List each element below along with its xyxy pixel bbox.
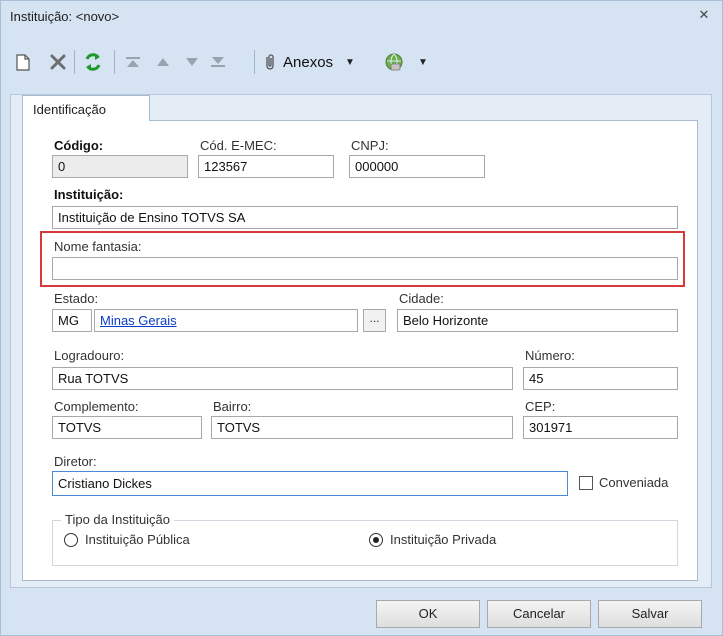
first-record-icon[interactable]: [122, 51, 144, 73]
last-record-icon[interactable]: [207, 51, 229, 73]
instituicao-label: Instituição:: [54, 187, 124, 202]
radio-privada[interactable]: [369, 533, 383, 547]
cnpj-label: CNPJ:: [351, 138, 389, 153]
window-title: Instituição: <novo>: [10, 9, 120, 24]
refresh-icon[interactable]: [81, 51, 105, 73]
delete-icon[interactable]: [46, 51, 70, 73]
numero-label: Número:: [525, 348, 575, 363]
bairro-label: Bairro:: [213, 399, 252, 414]
globe-icon: [385, 53, 403, 71]
ok-button[interactable]: OK: [376, 600, 480, 628]
save-button[interactable]: Salvar: [598, 600, 702, 628]
next-record-icon[interactable]: [181, 51, 203, 73]
toolbar-separator: [114, 50, 115, 74]
bairro-field[interactable]: TOTVS: [211, 416, 513, 439]
tab-identificacao[interactable]: Identificação: [22, 95, 150, 121]
previous-record-icon[interactable]: [152, 51, 174, 73]
cep-field[interactable]: 301971: [523, 416, 678, 439]
cod-emec-field[interactable]: 123567: [198, 155, 334, 178]
conveniada-label: Conveniada: [599, 475, 669, 490]
logradouro-label: Logradouro:: [54, 348, 125, 363]
estado-name-field: Minas Gerais: [94, 309, 358, 332]
toolbar: Anexos ▼ ▼: [1, 39, 722, 83]
dialog-window: Instituição: <novo> ✕ Anexos ▼ ▼ Identif…: [0, 0, 723, 636]
close-icon[interactable]: ✕: [696, 7, 712, 23]
estado-label: Estado:: [54, 291, 99, 306]
nome-fantasia-field[interactable]: [52, 257, 678, 280]
logradouro-field[interactable]: Rua TOTVS: [52, 367, 513, 390]
radio-publica[interactable]: [64, 533, 78, 547]
title-bar: Instituição: <novo> ✕: [1, 1, 722, 31]
toolbar-separator: [254, 50, 255, 74]
chevron-down-icon: ▼: [418, 56, 428, 68]
nome-fantasia-label: Nome fantasia:: [54, 239, 142, 254]
diretor-label: Diretor:: [54, 454, 97, 469]
cancel-button[interactable]: Cancelar: [487, 600, 591, 628]
conveniada-checkbox[interactable]: [579, 476, 593, 490]
codigo-label: Código:: [54, 138, 104, 153]
diretor-field[interactable]: Cristiano Dickes: [52, 471, 568, 496]
numero-field[interactable]: 45: [523, 367, 678, 390]
globe-menu-button[interactable]: ▼: [384, 51, 436, 73]
estado-lookup-button[interactable]: ...: [363, 309, 386, 332]
cnpj-field[interactable]: 000000: [349, 155, 485, 178]
paperclip-icon: [266, 54, 274, 70]
estado-uf-field[interactable]: MG: [52, 309, 92, 332]
anexos-label: Anexos: [283, 53, 334, 71]
codigo-field: 0: [52, 155, 188, 178]
tab-label: Identificação: [33, 102, 106, 117]
new-document-icon[interactable]: [13, 51, 33, 73]
estado-link[interactable]: Minas Gerais: [100, 313, 177, 328]
cep-label: CEP:: [525, 399, 556, 414]
cod-emec-label: Cód. E-MEC:: [200, 138, 277, 153]
cidade-field[interactable]: Belo Horizonte: [397, 309, 678, 332]
radio-publica-label: Instituição Pública: [85, 532, 190, 547]
complemento-label: Complemento:: [54, 399, 139, 414]
complemento-field[interactable]: TOTVS: [52, 416, 202, 439]
instituicao-field[interactable]: Instituição de Ensino TOTVS SA: [52, 206, 678, 229]
tipo-instituicao-title: Tipo da Instituição: [61, 512, 175, 527]
cidade-label: Cidade:: [399, 291, 444, 306]
toolbar-separator: [74, 50, 75, 74]
chevron-down-icon: ▼: [345, 56, 355, 68]
anexos-button[interactable]: Anexos ▼: [261, 51, 371, 73]
radio-privada-label: Instituição Privada: [390, 532, 497, 547]
